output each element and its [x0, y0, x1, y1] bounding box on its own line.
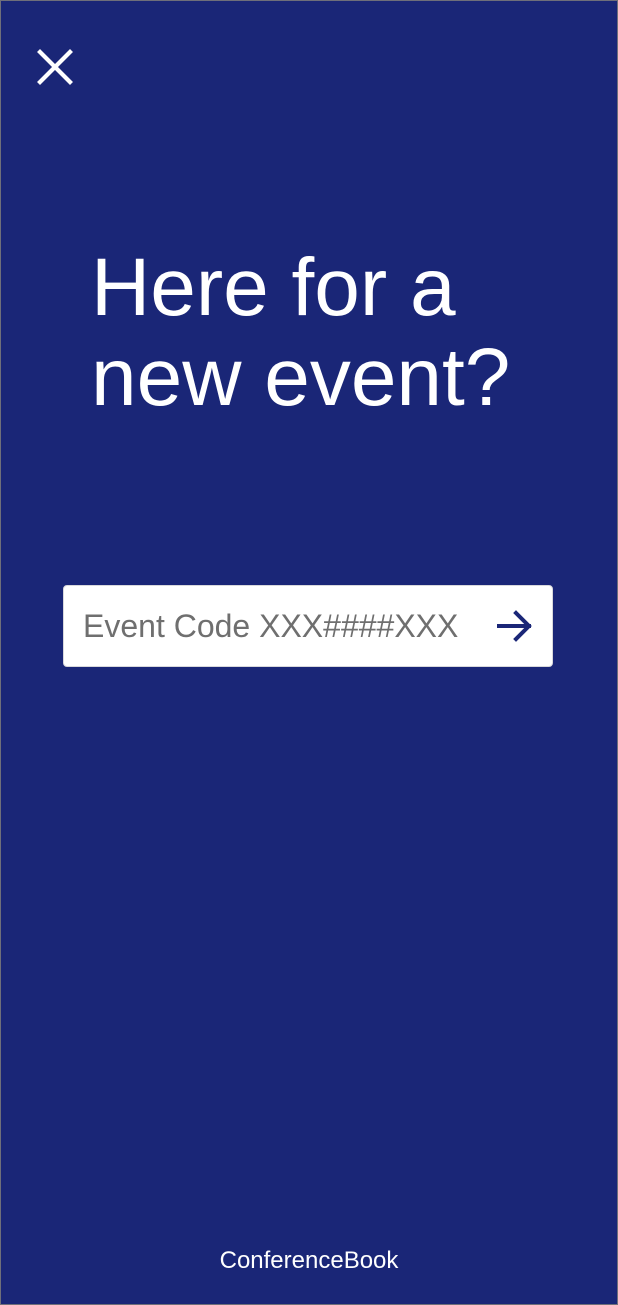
- submit-event-code-button[interactable]: [478, 586, 552, 666]
- close-button[interactable]: [29, 41, 81, 93]
- close-icon: [37, 49, 73, 85]
- app-brand-name: ConferenceBook: [219, 1247, 399, 1274]
- page-title: Here for a new event?: [91, 243, 571, 423]
- page-title-line-2: new event?: [91, 332, 511, 423]
- event-code-form: [63, 585, 553, 667]
- page-title-line-1: Here for a: [91, 242, 456, 333]
- arrow-right-icon: [497, 610, 532, 642]
- app-screen: Here for a new event? ConferenceBook: [0, 0, 618, 1305]
- event-code-input[interactable]: [64, 586, 478, 666]
